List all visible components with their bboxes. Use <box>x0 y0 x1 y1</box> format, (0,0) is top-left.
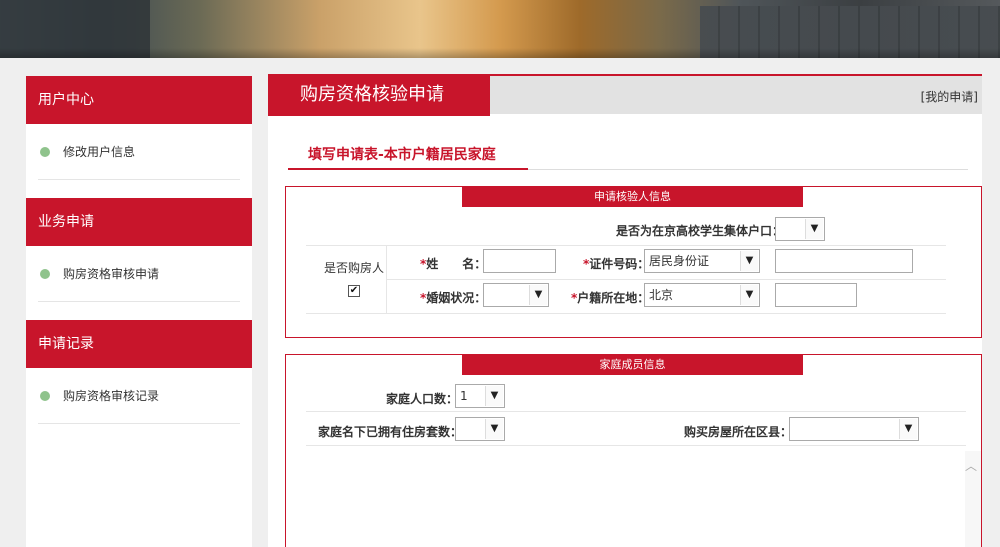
bullet-icon <box>40 268 50 279</box>
chevron-down-icon: ▼ <box>740 251 758 271</box>
sidebar: 用户中心 修改用户信息 业务申请 购房资格审核申请 申请记录 购房资格审核记录 <box>26 76 252 547</box>
form-header: 填写申请表-本市户籍居民家庭 <box>288 130 968 170</box>
sidebar-item-label: 购房资格审核记录 <box>63 389 160 403</box>
section-title: 申请核验人信息 <box>462 187 803 207</box>
header-banner <box>0 0 1000 58</box>
family-info-section: 家庭成员信息 家庭人口数： 1 ▼ 家庭名下已拥有住房套数： ▼ 购买房屋所在区… <box>285 354 982 547</box>
bullet-icon <box>40 146 50 157</box>
hukou-label: *户籍所在地： <box>571 291 650 305</box>
id-type-select[interactable]: 居民身份证 ▼ <box>644 249 760 273</box>
applicant-info-section: 申请核验人信息 是否为在京高校学生集体户口： ▼ 是否购房人 ✔ *姓 名： *… <box>285 186 982 338</box>
houses-owned-label: 家庭名下已拥有住房套数： <box>318 425 463 439</box>
my-applications-link[interactable]: [我的申请] <box>921 88 978 105</box>
chevron-down-icon: ▼ <box>529 285 547 305</box>
section-title: 家庭成员信息 <box>462 355 803 375</box>
sidebar-head-user-center: 用户中心 <box>26 76 252 124</box>
form-title: 填写申请表-本市户籍居民家庭 <box>308 147 496 163</box>
marital-status-label: *婚姻状况： <box>420 291 487 305</box>
chevron-down-icon: ▼ <box>740 285 758 305</box>
page-title: 购房资格核验申请 <box>268 74 490 116</box>
chevron-down-icon: ▼ <box>485 386 503 406</box>
sidebar-head-business-apply: 业务申请 <box>26 198 252 246</box>
sidebar-item-edit-user-info[interactable]: 修改用户信息 <box>38 124 240 180</box>
chevron-up-icon[interactable]: ︿ <box>965 457 977 474</box>
district-select[interactable]: ▼ <box>789 417 919 441</box>
sidebar-item-label: 修改用户信息 <box>63 145 136 159</box>
population-label: 家庭人口数： <box>386 392 459 406</box>
title-bar: 购房资格核验申请 [我的申请] <box>268 74 982 116</box>
id-number-input[interactable] <box>775 249 913 273</box>
main-panel: 购房资格核验申请 [我的申请] 填写申请表-本市户籍居民家庭 申请核验人信息 是… <box>268 74 982 547</box>
student-collective-label: 是否为在京高校学生集体户口： <box>616 224 785 238</box>
chevron-down-icon: ▼ <box>485 419 503 439</box>
sidebar-item-housing-qualification-apply[interactable]: 购房资格审核申请 <box>38 246 240 302</box>
hukou-detail-input[interactable] <box>775 283 857 307</box>
sidebar-item-housing-qualification-records[interactable]: 购房资格审核记录 <box>38 368 240 424</box>
name-label: *姓 名： <box>420 257 487 271</box>
sidebar-item-label: 购房资格审核申请 <box>63 267 160 281</box>
is-buyer-label: 是否购房人 <box>324 261 385 275</box>
name-input[interactable] <box>483 249 556 273</box>
marital-status-select[interactable]: ▼ <box>483 283 549 307</box>
houses-owned-select[interactable]: ▼ <box>455 417 505 441</box>
sidebar-head-apply-records: 申请记录 <box>26 320 252 368</box>
hukou-select[interactable]: 北京 ▼ <box>644 283 760 307</box>
district-label: 购买房屋所在区县： <box>684 425 793 439</box>
id-type-label: *证件号码： <box>583 257 650 271</box>
bullet-icon <box>40 390 50 401</box>
chevron-down-icon: ▼ <box>899 419 917 439</box>
chevron-down-icon: ▼ <box>805 219 823 239</box>
population-select[interactable]: 1 ▼ <box>455 384 505 408</box>
is-buyer-checkbox[interactable]: ✔ <box>348 285 360 297</box>
student-collective-select[interactable]: ▼ <box>775 217 825 241</box>
